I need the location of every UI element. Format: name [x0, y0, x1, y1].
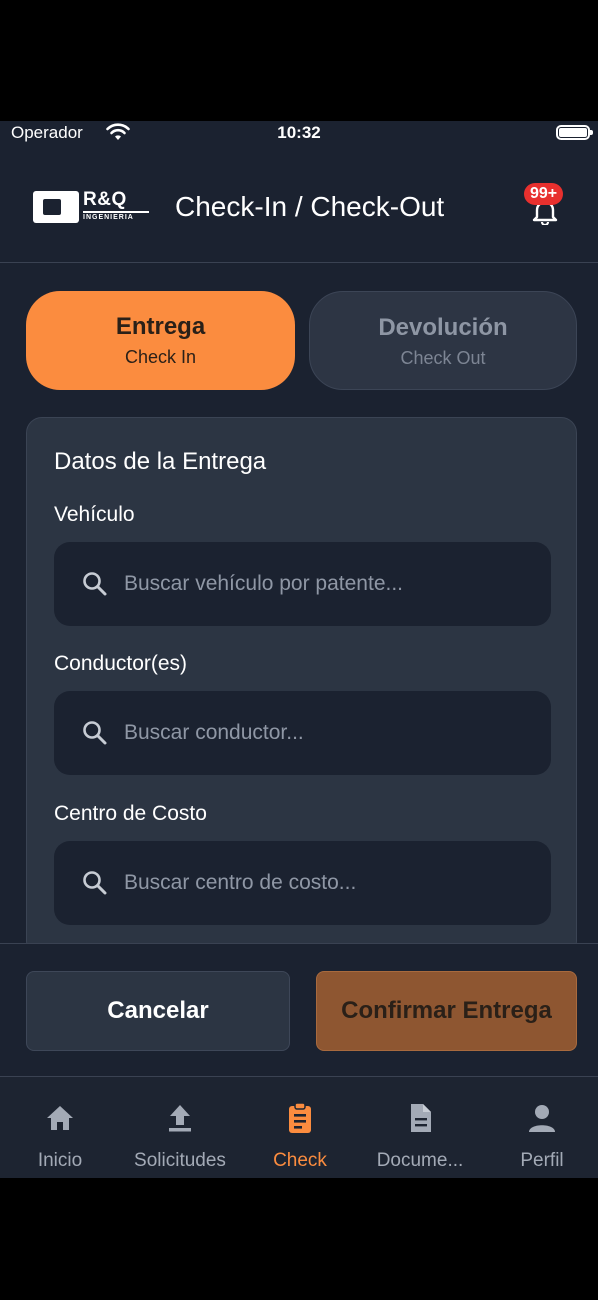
tab-label: Perfil — [520, 1150, 564, 1171]
cost-center-search-field[interactable] — [54, 841, 551, 925]
page-title: Check-In / Check-Out — [175, 191, 445, 222]
vehicle-search-input[interactable] — [124, 542, 534, 626]
delivery-form-card: Datos de la Entrega Vehículo Conductor(e… — [26, 417, 577, 957]
app-screen: Operador 10:32 R&Q INGENIERIA Check-In /… — [0, 121, 598, 1178]
cancel-button[interactable]: Cancelar — [26, 971, 290, 1051]
person-icon — [529, 1105, 555, 1132]
confirm-delivery-button[interactable]: Confirmar Entrega — [316, 971, 577, 1051]
segment-title: Entrega — [115, 313, 206, 340]
clipboard-icon — [289, 1102, 311, 1133]
tab-check[interactable]: Check — [240, 1077, 360, 1178]
tab-inicio[interactable]: Inicio — [0, 1077, 120, 1178]
tab-label: Check — [273, 1150, 327, 1171]
vehicle-label: Vehículo — [54, 503, 135, 526]
logo-text: R&Q — [83, 189, 127, 210]
document-icon — [411, 1104, 431, 1132]
tab-devolucion-check-out[interactable]: Devolución Check Out — [309, 291, 577, 390]
tab-documentos[interactable]: Docume... — [360, 1077, 480, 1178]
logo-mark — [33, 191, 79, 223]
logo-subtext: INGENIERIA — [83, 211, 149, 221]
company-logo: R&Q INGENIERIA — [33, 189, 149, 225]
tab-label: Inicio — [37, 1150, 83, 1171]
upload-icon — [169, 1105, 191, 1132]
clock: 10:32 — [277, 123, 321, 142]
cost-center-label: Centro de Costo — [54, 802, 207, 825]
segment-subtitle: Check Out — [400, 348, 486, 368]
vehicle-search-field[interactable] — [54, 542, 551, 626]
cost-center-search-input[interactable] — [124, 841, 534, 925]
search-icon — [83, 721, 107, 745]
form-title: Datos de la Entrega — [54, 448, 267, 475]
search-icon — [83, 871, 107, 895]
app-header: R&Q INGENIERIA Check-In / Check-Out 99+ — [0, 171, 598, 263]
tab-label: Docume... — [376, 1150, 464, 1171]
driver-search-input[interactable] — [124, 691, 534, 775]
driver-search-field[interactable] — [54, 691, 551, 775]
tab-solicitudes[interactable]: Solicitudes — [120, 1077, 240, 1178]
tab-label: Solicitudes — [134, 1150, 226, 1171]
bottom-tab-bar: Inicio Solicitudes Check Docume... Perfi… — [0, 1076, 598, 1178]
driver-label: Conductor(es) — [54, 652, 188, 675]
search-icon — [83, 572, 107, 596]
status-bar: Operador 10:32 — [0, 121, 598, 145]
segment-title: Devolución — [378, 314, 508, 341]
battery-icon — [556, 125, 593, 140]
action-bar: Cancelar Confirmar Entrega — [0, 943, 598, 1076]
notification-badge: 99+ — [524, 183, 564, 205]
tab-entrega-check-in[interactable]: Entrega Check In — [26, 291, 295, 390]
home-icon — [47, 1106, 73, 1130]
segment-subtitle: Check In — [124, 347, 197, 367]
tab-perfil[interactable]: Perfil — [482, 1077, 598, 1178]
